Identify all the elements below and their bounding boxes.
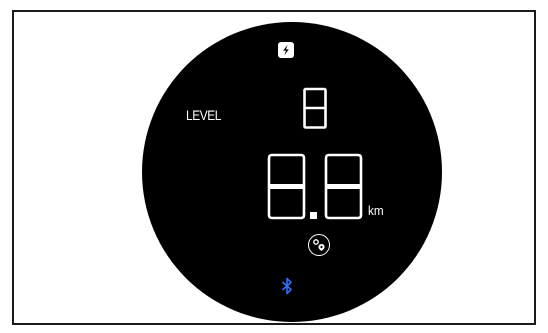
trip-button[interactable]	[308, 234, 330, 256]
lightning-bolt-icon	[278, 42, 294, 58]
distance-unit-label: km	[368, 203, 384, 218]
dashboard-display: LEVEL km	[142, 22, 442, 322]
level-label: LEVEL	[186, 107, 221, 123]
device-frame: LEVEL km	[12, 10, 536, 325]
distance-value	[267, 153, 363, 220]
level-value	[303, 87, 327, 129]
bluetooth-icon	[281, 277, 292, 295]
location-pin-icon	[313, 239, 325, 251]
